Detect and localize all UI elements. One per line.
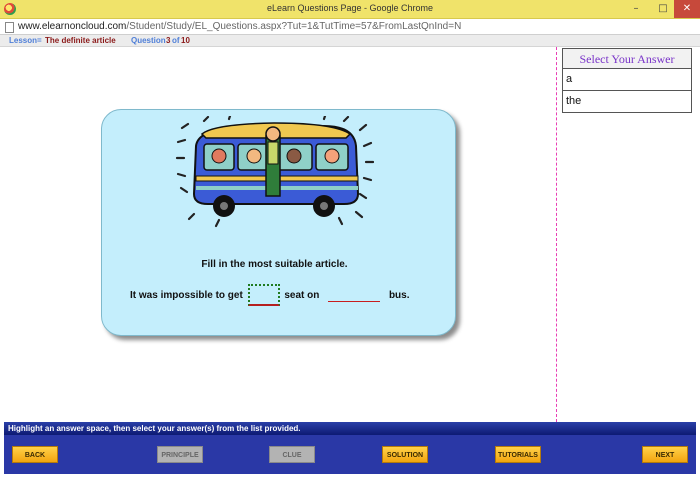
answer-panel-heading: Select Your Answer [562,48,692,69]
question-instruction: Fill in the most suitable article. [201,259,348,270]
page-icon [5,22,14,33]
navigation-bar: BACK PRINCIPLE CLUE SOLUTION TUTORIALS N… [4,435,696,474]
question-text-part-1: It was impossible to get [130,289,243,301]
tutorials-button[interactable]: TUTORIALS [495,446,541,463]
question-card: Fill in the most suitable article. It wa… [101,109,456,336]
next-button[interactable]: NEXT [642,446,688,463]
answer-blank-2[interactable] [328,289,381,302]
address-bar[interactable]: www.elearnoncloud.com/Student/Study/EL_Q… [0,19,700,35]
url-path: /Student/Study/EL_Questions.aspx?Tut=1&T… [126,21,462,32]
question-total: 10 [181,36,190,45]
question-label: Question [131,36,166,45]
lesson-separator: = [37,36,42,45]
clue-button[interactable]: CLUE [269,446,315,463]
lesson-value: The definite article [45,36,116,45]
principle-button[interactable]: PRINCIPLE [157,446,203,463]
minimize-icon[interactable]: – [623,0,649,18]
hint-bar: Highlight an answer space, then select y… [4,422,696,435]
question-of: of [172,36,180,45]
answer-option-the[interactable]: the [562,91,692,113]
answer-option-a[interactable]: a [562,69,692,91]
answer-panel: Select Your Answer a the [562,48,692,113]
question-text-part-3: bus. [388,289,410,301]
panel-divider [556,47,557,422]
solution-button[interactable]: SOLUTION [382,446,428,463]
bus-illustration [175,116,374,228]
question-text-part-2: seat on [284,289,320,301]
lesson-label: Lesson [9,36,38,45]
url-domain: www.elearnoncloud.com [18,21,127,32]
window-titlebar: eLearn Questions Page - Google Chrome – … [0,0,700,19]
question-current: 3 [166,36,171,45]
window-title: eLearn Questions Page - Google Chrome [266,3,434,13]
maximize-icon[interactable]: □ [650,0,676,18]
url-text[interactable]: www.elearnoncloud.com/Student/Study/EL_Q… [18,21,461,32]
back-button[interactable]: BACK [12,446,58,463]
close-icon[interactable]: ✕ [674,0,700,18]
lesson-info-bar: Lesson = The definite article Question 3… [0,35,700,47]
answer-blank-1[interactable] [247,284,280,306]
question-sentence: It was impossible to get seat on bus. [130,284,410,306]
